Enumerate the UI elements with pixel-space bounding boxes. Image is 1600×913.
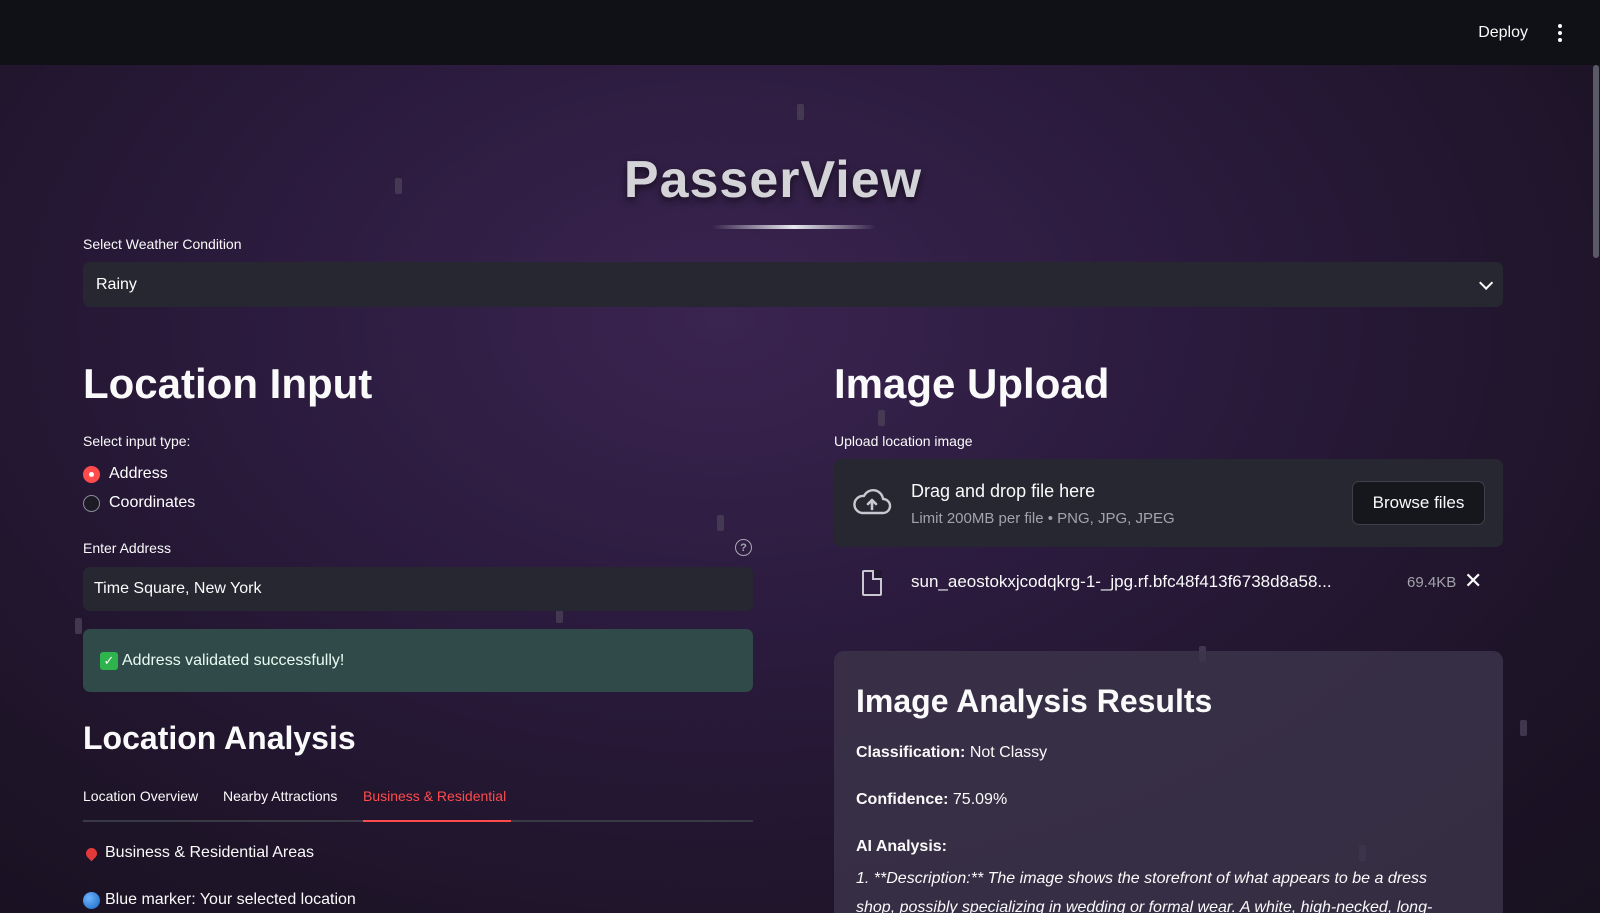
raindrop-decoration [717,515,724,531]
areas-heading: Business & Residential Areas [83,844,314,862]
ai-analysis-text: 1. **Description:** The image shows the … [856,870,1433,913]
ai-analysis-label-text: AI Analysis: [856,838,947,855]
image-upload-heading: Image Upload [834,360,1110,407]
deploy-button[interactable]: Deploy [1478,24,1528,42]
raindrop-decoration [878,410,885,426]
classification-label: Classification: [856,744,966,761]
raindrop-decoration [797,104,804,120]
radio-unselected-icon [83,494,100,512]
confidence-value: 75.09% [952,791,1008,808]
address-label: Enter Address [83,540,171,556]
title-underline [712,225,876,229]
app-title: PasserView [623,151,923,209]
weather-selected-value: Rainy [96,275,137,293]
success-message: Address validated successfully! [122,651,345,669]
uploaded-file: sun_aeostokxjcodqkrg-1-_jpg.rf.bfc48f413… [834,566,1503,606]
active-tab-indicator [363,820,511,822]
kebab-menu-icon[interactable] [1554,20,1566,46]
areas-heading-text: Business & Residential Areas [105,844,314,861]
success-alert: ✓ Address validated successfully! [83,629,753,692]
top-toolbar: Deploy [0,0,1600,65]
cloud-upload-icon [853,489,892,515]
analysis-results-panel: Image Analysis Results Classification: N… [834,651,1503,913]
location-analysis-heading: Location Analysis [83,720,356,756]
radio-coordinates[interactable]: Coordinates [83,494,195,512]
radio-coordinates-label: Coordinates [109,494,196,511]
page-scrollbar[interactable] [1592,65,1600,913]
location-input-heading: Location Input [83,360,373,407]
dropzone-limits: Limit 200MB per file • PNG, JPG, JPEG [911,510,1175,527]
blue-circle-icon [83,891,100,909]
tab-business-residential[interactable]: Business & Residential [363,788,506,804]
file-dropzone[interactable]: Drag and drop file here Limit 200MB per … [834,459,1503,547]
scrollbar-thumb[interactable] [1593,65,1599,258]
address-input[interactable] [83,567,753,611]
radio-address-label: Address [109,465,168,482]
check-icon: ✓ [100,651,118,670]
raindrop-decoration [1520,720,1527,736]
ai-analysis-label: AI Analysis: [856,838,947,856]
confidence-label: Confidence: [856,791,949,808]
uploaded-file-size: 69.4KB [1407,574,1457,591]
blue-marker-legend: Blue marker: Your selected location [83,891,356,909]
chevron-down-icon [1479,275,1494,290]
results-heading: Image Analysis Results [856,683,1213,719]
classification-value: Not Classy [969,744,1048,761]
tab-location-overview[interactable]: Location Overview [83,788,198,804]
radio-address[interactable]: Address [83,465,168,483]
browse-files-button[interactable]: Browse files [1352,481,1485,525]
remove-file-icon[interactable]: ✕ [1464,570,1482,592]
confidence-line: Confidence: 75.09% [856,791,1007,809]
dropzone-title: Drag and drop file here [911,481,1096,501]
weather-label: Select Weather Condition [83,236,242,252]
raindrop-decoration [75,618,82,634]
help-icon[interactable]: ? [735,539,752,556]
blue-marker-text: Blue marker: Your selected location [105,891,356,908]
upload-label: Upload location image [834,433,973,449]
analysis-tabs: Location Overview Nearby Attractions Bus… [83,786,753,822]
weather-select[interactable]: Rainy [83,262,1503,307]
input-type-label: Select input type: [83,433,191,449]
pin-icon [83,845,100,861]
uploaded-file-name: sun_aeostokxjcodqkrg-1-_jpg.rf.bfc48f413… [911,572,1332,591]
classification-line: Classification: Not Classy [856,744,1047,762]
file-icon [862,570,882,596]
radio-selected-icon [83,465,100,483]
tab-nearby-attractions[interactable]: Nearby Attractions [223,788,337,804]
